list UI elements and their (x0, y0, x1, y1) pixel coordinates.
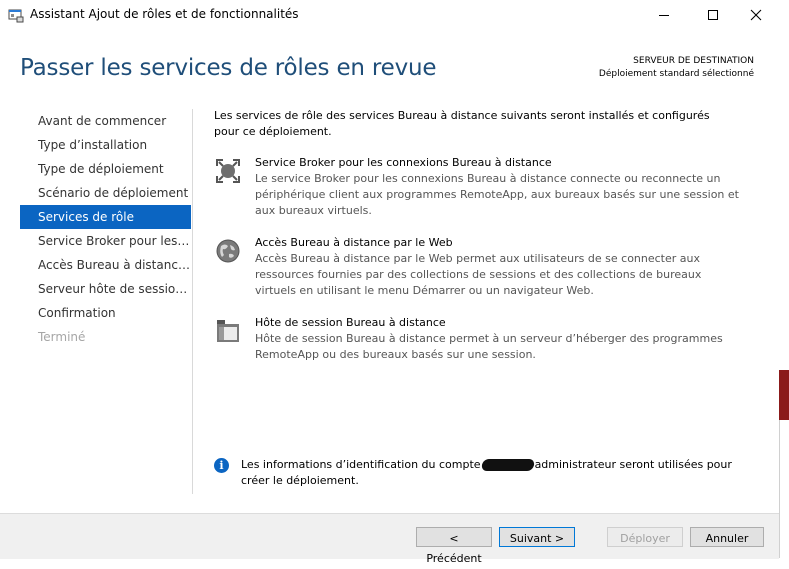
destination-server-info: SERVEUR DE DESTINATION Déploiement stand… (599, 55, 754, 81)
nav-step-finished: Terminé (38, 330, 86, 344)
minimize-icon (659, 15, 669, 16)
service-text: Service Broker pour les connexions Burea… (255, 155, 745, 219)
service-title: Hôte de session Bureau à distance (255, 316, 446, 329)
nav-step-installation-type[interactable]: Type d’installation (20, 133, 191, 157)
web-access-globe-icon (216, 239, 240, 263)
service-text: Accès Bureau à distance par le Web Accès… (255, 235, 745, 299)
deploy-button: Déployer (607, 527, 683, 547)
info-text: Les informations d’identification du com… (241, 457, 741, 489)
maximize-icon (708, 10, 718, 20)
nav-step-session-host[interactable]: Serveur hôte de session Bureau à distanc… (20, 277, 191, 301)
wizard-footer: < Précédent Suivant > Déployer Annuler (0, 513, 779, 565)
service-title: Accès Bureau à distance par le Web (255, 236, 453, 249)
session-host-icon (217, 320, 239, 342)
nav-divider (192, 109, 193, 494)
page-title: Passer les services de rôles en revue (20, 55, 437, 81)
nav-step-web-access[interactable]: Accès Bureau à distance par le Web (20, 253, 191, 277)
window-title: Assistant Ajout de rôles et de fonctionn… (30, 7, 299, 21)
next-button[interactable]: Suivant > (499, 527, 575, 547)
destination-value: Déploiement standard sélectionné (598, 69, 754, 79)
server-manager-icon (8, 9, 24, 23)
wizard-steps-nav: Avant de commencer Type d’installation T… (20, 109, 191, 349)
nav-step-before-you-begin[interactable]: Avant de commencer (20, 109, 191, 133)
info-icon: i (214, 458, 229, 473)
role-services-content: Les services de rôle des services Bureau… (214, 108, 744, 361)
intro-text: Les services de rôle des services Bureau… (214, 109, 710, 138)
background-window-edge (779, 370, 789, 420)
minimize-button[interactable] (641, 0, 687, 30)
service-description: Accès Bureau à distance par le Web perme… (255, 252, 702, 297)
close-icon (750, 9, 762, 21)
nav-step-connection-broker[interactable]: Service Broker pour les connexions Burea… (20, 229, 191, 253)
service-text: Hôte de session Bureau à distance Hôte d… (255, 315, 745, 363)
service-description: Hôte de session Bureau à distance permet… (255, 332, 723, 361)
service-title: Service Broker pour les connexions Burea… (255, 156, 552, 169)
service-description: Le service Broker pour les connexions Bu… (255, 172, 739, 217)
nav-step-deployment-scenario[interactable]: Scénario de déploiement (20, 181, 191, 205)
nav-step-deployment-type[interactable]: Type de déploiement (20, 157, 191, 181)
maximize-button[interactable] (690, 0, 736, 30)
nav-step-role-services[interactable]: Services de rôle (20, 205, 191, 229)
previous-button[interactable]: < Précédent (416, 527, 492, 565)
redacted-account-name (480, 459, 535, 471)
background-area (779, 0, 789, 370)
title-bar: Assistant Ajout de rôles et de fonctionn… (0, 0, 779, 30)
nav-step-confirmation[interactable]: Confirmation (20, 301, 191, 325)
connection-broker-icon (216, 159, 240, 183)
info-text-before: Les informations d’identification du com… (241, 458, 481, 471)
wizard-window: Assistant Ajout de rôles et de fonctionn… (0, 0, 780, 565)
cancel-button[interactable]: Annuler (690, 527, 764, 547)
close-button[interactable] (733, 0, 779, 30)
destination-label: SERVEUR DE DESTINATION (633, 56, 754, 66)
